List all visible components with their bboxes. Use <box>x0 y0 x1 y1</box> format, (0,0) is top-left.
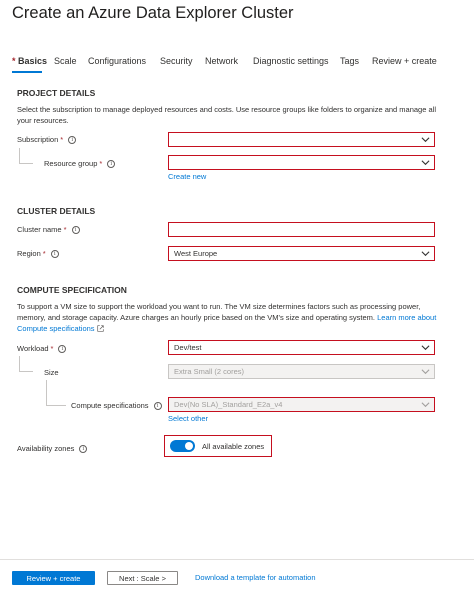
info-icon[interactable]: i <box>58 344 67 353</box>
availability-zones-label: Availability zones i <box>17 444 88 453</box>
required-star: * <box>42 249 46 258</box>
project-details-heading: PROJECT DETAILS <box>17 88 96 98</box>
size-dropdown[interactable]: Extra Small (2 cores) <box>168 364 435 379</box>
compute-specifications-label: Compute specifications i <box>71 401 162 410</box>
region-label: Region * i <box>17 249 59 258</box>
compute-specifications-value: Dev(No SLA)_Standard_E2a_v4 <box>174 400 283 409</box>
info-icon[interactable]: i <box>50 249 59 258</box>
workload-value: Dev/test <box>174 343 202 352</box>
resource-group-label-text: Resource group <box>44 159 98 168</box>
cluster-name-label-text: Cluster name <box>17 225 62 234</box>
region-dropdown[interactable]: West Europe <box>168 246 435 261</box>
tree-connector <box>46 380 66 406</box>
availability-zones-toggle[interactable] <box>170 440 195 452</box>
create-new-link[interactable]: Create new <box>168 172 206 181</box>
tree-connector <box>19 356 33 372</box>
active-tab-indicator <box>12 71 42 73</box>
required-star: * <box>99 159 103 168</box>
compute-spec-description-text: To support a VM size to support the work… <box>17 302 421 322</box>
cluster-name-label: Cluster name * i <box>17 225 80 234</box>
required-star: * <box>50 344 54 353</box>
next-scale-button[interactable]: Next : Scale > <box>107 571 178 585</box>
info-icon[interactable]: i <box>153 401 162 410</box>
page-title: Create an Azure Data Explorer Cluster <box>12 4 294 22</box>
chevron-down-icon <box>421 343 430 352</box>
tab-basics[interactable]: * Basics <box>12 56 47 66</box>
availability-zones-toggle-group: All available zones <box>164 435 272 457</box>
chevron-down-icon <box>421 400 430 409</box>
info-icon[interactable]: i <box>79 444 88 453</box>
info-icon[interactable]: i <box>71 225 80 234</box>
project-details-description: Select the subscription to manage deploy… <box>17 105 436 125</box>
tab-tags[interactable]: Tags <box>340 56 359 66</box>
more-options-button[interactable]: ··· <box>275 8 289 20</box>
region-label-text: Region <box>17 249 41 258</box>
required-star: * <box>63 225 67 234</box>
compute-spec-description: To support a VM size to support the work… <box>17 301 437 334</box>
resource-group-label: Resource group * i <box>44 159 116 168</box>
resource-group-dropdown[interactable] <box>168 155 435 170</box>
chevron-down-icon <box>421 367 430 376</box>
tab-bar: * Basics Scale Configurations Security N… <box>12 56 462 74</box>
tab-scale[interactable]: Scale <box>54 56 77 66</box>
required-marker: * <box>12 56 16 66</box>
region-value: West Europe <box>174 249 218 258</box>
size-label-text: Size <box>44 368 59 377</box>
workload-label-text: Workload <box>17 344 49 353</box>
select-other-link[interactable]: Select other <box>168 414 208 423</box>
cluster-name-input[interactable] <box>168 222 435 237</box>
tab-diagnostic-settings[interactable]: Diagnostic settings <box>253 56 329 66</box>
availability-zones-toggle-label: All available zones <box>202 441 265 451</box>
info-icon[interactable]: i <box>107 159 116 168</box>
compute-specifications-dropdown[interactable]: Dev(No SLA)_Standard_E2a_v4 <box>168 397 435 412</box>
size-value: Extra Small (2 cores) <box>174 367 245 376</box>
chevron-down-icon <box>421 135 430 144</box>
tab-label: Basics <box>18 56 48 66</box>
download-template-link[interactable]: Download a template for automation <box>195 573 316 582</box>
workload-label: Workload * i <box>17 344 67 353</box>
chevron-down-icon <box>421 249 430 258</box>
tab-configurations[interactable]: Configurations <box>88 56 146 66</box>
external-link-icon <box>96 325 104 332</box>
tab-review-create[interactable]: Review + create <box>372 56 437 66</box>
subscription-label: Subscription * i <box>17 135 77 144</box>
subscription-dropdown[interactable] <box>168 132 435 147</box>
workload-dropdown[interactable]: Dev/test <box>168 340 435 355</box>
footer-divider <box>0 559 474 560</box>
tab-network[interactable]: Network <box>205 56 238 66</box>
required-star: * <box>60 135 64 144</box>
tree-connector <box>19 148 33 164</box>
review-create-button[interactable]: Review + create <box>12 571 95 585</box>
size-label: Size <box>44 368 59 377</box>
tab-security[interactable]: Security <box>160 56 193 66</box>
compute-spec-heading: COMPUTE SPECIFICATION <box>17 285 127 295</box>
chevron-down-icon <box>421 158 430 167</box>
info-icon[interactable]: i <box>68 135 77 144</box>
cluster-details-heading: CLUSTER DETAILS <box>17 206 96 216</box>
availability-zones-label-text: Availability zones <box>17 444 75 453</box>
subscription-label-text: Subscription <box>17 135 59 144</box>
compute-specifications-label-text: Compute specifications <box>71 401 149 410</box>
